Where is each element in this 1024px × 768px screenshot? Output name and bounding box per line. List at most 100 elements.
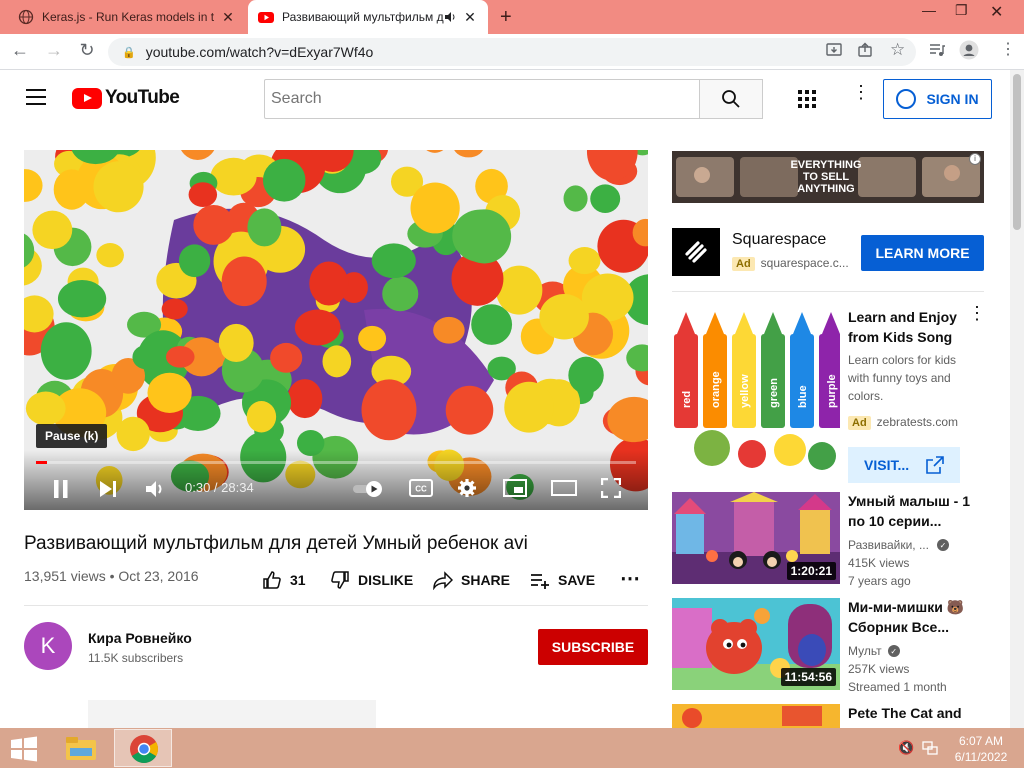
candy-blob [563,185,588,212]
system-clock[interactable]: 6:07 AM 6/11/2022 [948,733,1014,765]
crayon-tip [793,312,811,334]
video-views-date: 13,951 views • Oct 23, 2016 [24,568,199,584]
apps-grid-icon[interactable] [798,90,816,108]
video-thumbnail[interactable] [672,704,840,728]
share-button[interactable]: SHARE [433,570,510,590]
ad-badge: Ad [848,416,871,430]
crayon-tip [764,312,782,334]
advertiser-domain-text: squarespace.c... [760,256,849,270]
autoplay-toggle[interactable] [352,480,386,498]
share-arrow-icon [433,571,453,590]
profile-icon[interactable] [959,40,979,60]
video-views: 415K views [848,556,910,570]
thumbs-down-icon [331,571,349,589]
banner-text: EVERYTHING TO SELL ANYTHING [790,159,862,195]
tab-youtube[interactable]: Развивающий мультфильм д ✕ [248,0,488,34]
visit-label: VISIT... [864,457,910,473]
candy-blob [568,247,601,275]
settings-gear-icon[interactable] [457,478,477,498]
clock-time: 6:07 AM [958,734,1004,748]
reload-icon[interactable]: ↻ [75,40,99,61]
advertiser-name[interactable]: Squarespace [732,231,826,249]
candy-blob [210,157,257,196]
ad-more-icon[interactable]: ⋮ [968,304,986,322]
learn-more-button[interactable]: LEARN MORE [861,235,984,271]
close-window-icon[interactable]: ✕ [990,2,1003,22]
candy-blob [433,316,465,344]
search-button[interactable] [699,79,763,119]
media-control-icon[interactable] [929,42,945,58]
address-bar[interactable]: 🔒 youtube.com/watch?v=dExyar7Wf4o [108,38,916,66]
dislike-button[interactable]: DISLIKE [330,570,413,590]
minimize-icon[interactable]: — [922,2,936,18]
crayon-tip [735,312,753,334]
video-title[interactable]: Умный малыш - 1 по 10 серии... [848,491,972,531]
close-tab-icon[interactable]: ✕ [462,9,478,26]
channel-avatar[interactable]: K [24,622,72,670]
settings-more-icon[interactable]: ⋮ [852,83,870,101]
youtube-logo-text: YouTube [105,87,180,108]
file-explorer-icon[interactable] [64,734,98,762]
chrome-taskbar-button[interactable] [114,729,172,767]
fullscreen-icon[interactable] [601,478,621,498]
search-input[interactable] [264,79,700,119]
next-icon[interactable] [98,480,118,498]
crayon-label: yellow [739,374,751,408]
candy-blob [147,372,192,413]
info-icon[interactable]: i [969,153,981,165]
sign-in-button[interactable]: SIGN IN [883,79,992,119]
page-scrollbar[interactable] [1010,70,1024,728]
candy-blob [471,304,513,345]
crayon-label: red [681,391,693,408]
restore-icon[interactable]: ❐ [955,2,968,19]
scrollbar-thumb[interactable] [1013,74,1021,230]
back-icon[interactable]: ← [8,40,32,61]
channel-name[interactable]: Кира Ровнейко [88,630,192,646]
forward-icon[interactable]: → [42,40,66,61]
video-thumbnail[interactable]: 11:54:56 [672,598,840,690]
volume-muted-icon[interactable]: 🔇 [898,740,914,756]
captions-icon[interactable]: CC [409,479,433,497]
new-tab-button[interactable]: + [500,6,512,29]
video-channel: Развивайки, ... ✓ [848,538,949,552]
share-page-icon[interactable] [857,42,873,58]
save-button[interactable]: SAVE [530,570,595,590]
install-icon[interactable] [826,42,842,58]
ad-banner[interactable]: EVERYTHING TO SELL ANYTHING [672,151,984,203]
crayon-label: purple [826,374,838,408]
channel-subscribers: 11.5K subscribers [88,651,184,665]
progress-bar[interactable] [36,461,636,464]
network-icon[interactable] [922,740,938,756]
candy-blob [539,294,589,340]
chrome-menu-icon[interactable]: ⋮ [1000,39,1016,59]
ad-video-thumbnail[interactable]: red orange yellow green blue purple [672,308,840,474]
video-title[interactable]: Ми-ми-мишки 🐻 Сборник Все... [848,597,972,637]
like-button[interactable]: 31 [262,570,306,590]
speaker-icon[interactable] [444,11,456,23]
theater-mode-icon[interactable] [551,480,577,496]
video-title[interactable]: Pete The Cat and [848,703,972,723]
visit-button[interactable]: VISIT... [848,447,960,483]
candy-blob [309,261,349,306]
candy-blob [262,158,306,202]
ad-video-title[interactable]: Learn and Enjoy from Kids Song [848,307,972,347]
pause-icon[interactable] [52,479,70,499]
video-frame [24,150,648,510]
star-icon[interactable]: ☆ [890,40,905,60]
divider [672,291,984,292]
menu-icon[interactable] [26,89,46,110]
candy-blob [193,205,235,245]
windows-start-icon[interactable] [10,736,38,762]
miniplayer-icon[interactable] [503,479,527,497]
tab-keras[interactable]: Keras.js - Run Keras models in th ✕ [8,0,246,34]
squarespace-logo[interactable] [672,228,720,276]
close-tab-icon[interactable]: ✕ [220,9,236,26]
subscribe-button[interactable]: SUBSCRIBE [538,629,648,665]
candy-blob [178,244,211,278]
volume-icon[interactable] [145,479,167,499]
more-actions-icon[interactable]: ⋯ [620,566,640,591]
crayon-label: orange [710,371,722,408]
video-player[interactable]: Pause (k) 0:30 / 28:34 CC [24,150,648,510]
youtube-logo[interactable]: YouTube [72,87,180,109]
video-thumbnail[interactable]: 1:20:21 [672,492,840,584]
